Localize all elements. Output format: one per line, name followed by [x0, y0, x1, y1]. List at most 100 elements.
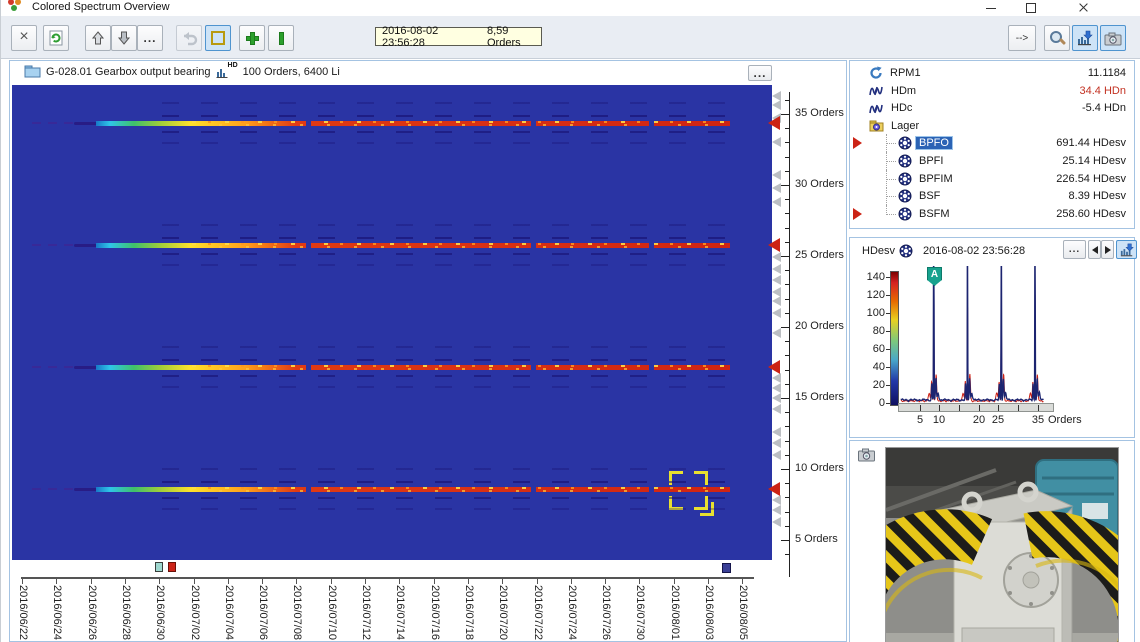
- search-button[interactable]: [1044, 25, 1070, 51]
- date-tick-label: 2016/07/24: [566, 585, 578, 640]
- alarm-marker-red: [768, 116, 780, 130]
- refresh-button[interactable]: [43, 25, 69, 51]
- date-tick-label: 2016/07/08: [291, 585, 303, 640]
- date-tick-label: 2016/07/16: [429, 585, 441, 640]
- frequency-marker-gray: [772, 495, 781, 505]
- date-tick-label: 2016/07/30: [634, 585, 646, 640]
- previous-spectrum-button[interactable]: [1088, 240, 1101, 259]
- more-options-button[interactable]: ...: [137, 25, 163, 51]
- refresh-icon: [47, 29, 65, 47]
- tree-row-bpfim[interactable]: BPFIM226.54 HDesv: [851, 170, 1133, 188]
- close-chart-button[interactable]: ×: [11, 25, 37, 51]
- sideband-smudge: [162, 359, 728, 361]
- order-axis-tick: [781, 469, 789, 470]
- close-icon: [1078, 3, 1088, 13]
- cursor-readout[interactable]: 2016-08-02 23:56:28 8,59 Orders: [375, 27, 542, 46]
- marker-square-teal[interactable]: [155, 562, 163, 572]
- spectral-line-gap: [531, 486, 536, 495]
- undo-zoom-button[interactable]: [176, 25, 202, 51]
- sideband-smudge: [162, 508, 728, 510]
- tree-row-bpfo[interactable]: BPFO691.44 HDesv: [851, 134, 1133, 152]
- jump-to-button[interactable]: -->: [1008, 25, 1036, 51]
- order-axis-tick: [785, 284, 789, 285]
- bearing-icon: [898, 154, 912, 168]
- spectrum-y-tick-label: 0: [859, 397, 885, 409]
- spectrum-y-tick: [886, 385, 890, 386]
- tree-row-bpfi[interactable]: BPFI25.14 HDesv: [851, 152, 1133, 170]
- search-icon: [1049, 30, 1065, 46]
- sideband-smudge: [162, 346, 728, 348]
- order-axis-tick: [785, 370, 789, 371]
- frequency-marker-gray: [772, 505, 781, 515]
- waveform-icon: [869, 102, 884, 115]
- frequency-marker-gray: [772, 404, 781, 414]
- frequency-marker-gray: [772, 427, 781, 437]
- amplitude-colorbar: [890, 271, 899, 406]
- tree-row-lager[interactable]: Lager: [851, 117, 1133, 135]
- tree-row-hdc[interactable]: HDc-5.4 HDn: [851, 99, 1133, 117]
- minimize-button[interactable]: [974, 0, 1008, 16]
- spectral-line-gap: [649, 242, 654, 251]
- machine-photo[interactable]: [885, 447, 1119, 642]
- alarm-triangle-icon: [853, 208, 862, 220]
- spectrum-x-tick: [979, 405, 980, 411]
- tree-row-bsf[interactable]: BSF8.39 HDesv: [851, 187, 1133, 205]
- more-dots-icon: ...: [1069, 244, 1080, 255]
- date-axis-line: [21, 577, 754, 579]
- date-tick-label: 2016/08/05: [737, 585, 749, 640]
- minimize-icon: [986, 8, 996, 9]
- zoom-in-button[interactable]: [239, 25, 265, 51]
- frequency-marker-gray: [772, 308, 781, 318]
- spectrum-chart[interactable]: [900, 266, 1050, 404]
- order-axis-tick: [785, 412, 789, 413]
- tree-row-rpm1[interactable]: RPM111.1184: [851, 64, 1133, 82]
- tree-item-value: 25.14 HDesv: [1062, 155, 1126, 167]
- tree-row-hdm[interactable]: HDm34.4 HDn: [851, 82, 1133, 100]
- fit-view-button[interactable]: [205, 25, 231, 51]
- spectrum-export-button[interactable]: [1116, 240, 1137, 259]
- order-axis-tick-label: 15 Orders: [795, 391, 844, 403]
- tree-item-label: BPFIM: [916, 173, 956, 185]
- next-spectrum-button[interactable]: [1101, 240, 1114, 259]
- date-tick-label: 2016/07/02: [189, 585, 201, 640]
- spectrum-floor: [898, 403, 1054, 412]
- move-down-button[interactable]: [111, 25, 137, 51]
- show-photo-button[interactable]: [1100, 25, 1126, 51]
- order-axis-tick: [781, 114, 789, 115]
- sideband-smudge: [162, 375, 728, 377]
- order-axis-tick: [785, 142, 789, 143]
- marker-square-selected[interactable]: [722, 563, 731, 573]
- sideband-smudge: [162, 264, 728, 266]
- window-title: Colored Spectrum Overview: [32, 1, 170, 13]
- tree-row-bsfm[interactable]: BSFM258.60 HDesv: [851, 205, 1133, 223]
- date-axis-tick: [125, 579, 126, 584]
- tree-connector: [886, 196, 896, 197]
- date-tick-label: 2016/07/18: [463, 585, 475, 640]
- marker-square-red[interactable]: [168, 562, 176, 572]
- bearing-icon: [898, 172, 912, 186]
- maximize-icon: [1026, 3, 1036, 13]
- zoom-out-button[interactable]: [268, 25, 294, 51]
- tree-item-label: Lager: [888, 120, 922, 132]
- alarm-marker-red: [768, 238, 780, 252]
- close-window-button[interactable]: [1066, 0, 1100, 16]
- maximize-button[interactable]: [1014, 0, 1048, 16]
- date-tick-label: 2016/07/10: [326, 585, 338, 640]
- cursor-datetime: 2016-08-02 23:56:28: [382, 25, 477, 49]
- spectrum-y-tick: [886, 313, 890, 314]
- colored-spectrum-overview-window: Colored Spectrum Overview × ...: [0, 0, 1140, 642]
- show-spectrum-button[interactable]: [1072, 25, 1098, 51]
- spectrum-more-button[interactable]: ...: [1063, 240, 1086, 259]
- plus-icon: [246, 32, 259, 45]
- order-axis-tick: [785, 157, 789, 158]
- bearing-icon: [898, 136, 912, 150]
- spectrogram-plot[interactable]: [12, 85, 772, 560]
- date-tick-label: 2016/07/20: [497, 585, 509, 640]
- bearing-icon: [899, 244, 913, 261]
- date-axis-tick: [605, 579, 606, 584]
- panel-more-button[interactable]: ...: [748, 65, 772, 81]
- move-up-button[interactable]: [85, 25, 111, 51]
- date-axis-tick: [571, 579, 572, 584]
- measurement-tree-panel: RPM111.1184HDm34.4 HDnHDc-5.4 HDn Lager BP…: [849, 60, 1135, 229]
- sideband-smudge: [162, 497, 728, 499]
